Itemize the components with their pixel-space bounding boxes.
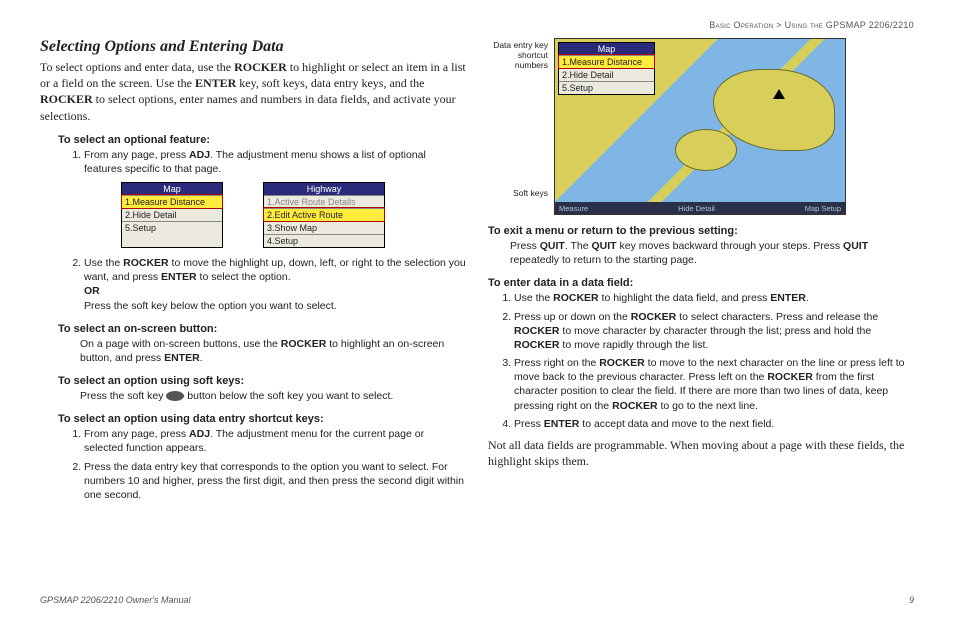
- list-item: From any page, press ADJ. The adjustment…: [84, 427, 466, 455]
- north-arrow-icon: [773, 89, 785, 99]
- heading-select-onscreen-button: To select an on-screen button:: [58, 323, 466, 335]
- map-overlay-menu: Map 1.Measure Distance 2.Hide Detail 5.S…: [558, 42, 655, 95]
- intro-paragraph: To select options and enter data, use th…: [40, 59, 466, 124]
- menu-row-selected: 1.Measure Distance: [559, 55, 654, 68]
- breadcrumb: Basic Operation > Using the GPSMAP 2206/…: [40, 20, 914, 30]
- body-select-softkeys: Press the soft key button below the soft…: [80, 389, 466, 403]
- list-item: Press up or down on the ROCKER to select…: [514, 310, 914, 353]
- list-item: Use the ROCKER to highlight the data fie…: [514, 291, 914, 305]
- softkey-label: Map Setup: [805, 204, 841, 213]
- list-item: Press ENTER to accept data and move to t…: [514, 417, 914, 431]
- menu-map-title: Map: [122, 183, 222, 195]
- heading-select-softkeys: To select an option using soft keys:: [58, 375, 466, 387]
- figure-map-screenshot: Map 1.Measure Distance 2.Hide Detail 5.S…: [554, 38, 846, 215]
- menu-highway: Highway 1.Active Route Details 2.Edit Ac…: [263, 182, 385, 248]
- menu-map-title: Map: [559, 43, 654, 55]
- heading-select-optional-feature: To select an optional feature:: [58, 134, 466, 146]
- menu-row: 3.Show Map: [264, 221, 384, 234]
- heading-data-entry-shortcuts: To select an option using data entry sho…: [58, 413, 466, 425]
- page-title: Selecting Options and Entering Data: [40, 38, 466, 56]
- body-select-onscreen-button: On a page with on-screen buttons, use th…: [80, 337, 466, 365]
- footnote-nonprogrammable-fields: Not all data fields are programmable. Wh…: [488, 437, 914, 469]
- figure-adjustment-menus: Map 1.Measure Distance 2.Hide Detail 5.S…: [40, 182, 466, 248]
- menu-row-selected: 2.Edit Active Route: [264, 208, 384, 221]
- menu-row: 1.Active Route Details: [264, 195, 384, 208]
- page-footer: GPSMAP 2206/2210 Owner's Manual 9: [40, 595, 914, 605]
- softkey-label: Hide Detail: [678, 204, 715, 213]
- heading-exit-menu: To exit a menu or return to the previous…: [488, 225, 914, 237]
- right-column: Data entry key shortcut numbers Soft key…: [488, 38, 914, 508]
- list-item: Press right on the ROCKER to move to the…: [514, 356, 914, 413]
- page-number: 9: [909, 595, 914, 605]
- softkey-oval-icon: [166, 391, 184, 401]
- menu-row: 2.Hide Detail: [122, 208, 222, 221]
- menu-row: 4.Setup: [264, 234, 384, 247]
- left-column: Selecting Options and Entering Data To s…: [40, 38, 466, 508]
- list-item: Press the data entry key that correspond…: [84, 460, 466, 503]
- heading-enter-data: To enter data in a data field:: [488, 277, 914, 289]
- menu-map: Map 1.Measure Distance 2.Hide Detail 5.S…: [121, 182, 223, 248]
- softkey-bar: Measure Hide Detail Map Setup: [555, 202, 845, 214]
- body-exit-menu: Press QUIT. The QUIT key moves backward …: [510, 239, 914, 267]
- callout-soft-keys: Soft keys: [513, 188, 548, 198]
- list-item: Use the ROCKER to move the highlight up,…: [84, 256, 466, 313]
- bc-section: Basic Operation: [709, 20, 773, 30]
- menu-row-selected: 1.Measure Distance: [122, 195, 222, 208]
- menu-row: 2.Hide Detail: [559, 68, 654, 81]
- list-item: From any page, press ADJ. The adjustment…: [84, 148, 466, 176]
- menu-row: 5.Setup: [559, 81, 654, 94]
- softkey-label: Measure: [559, 204, 588, 213]
- callout-data-entry-keys: Data entry key shortcut numbers: [488, 40, 548, 71]
- menu-row: 5.Setup: [122, 221, 222, 234]
- menu-highway-title: Highway: [264, 183, 384, 195]
- bc-sub: Using the GPSMAP 2206/2210: [785, 20, 914, 30]
- footer-manual-title: GPSMAP 2206/2210 Owner's Manual: [40, 595, 190, 605]
